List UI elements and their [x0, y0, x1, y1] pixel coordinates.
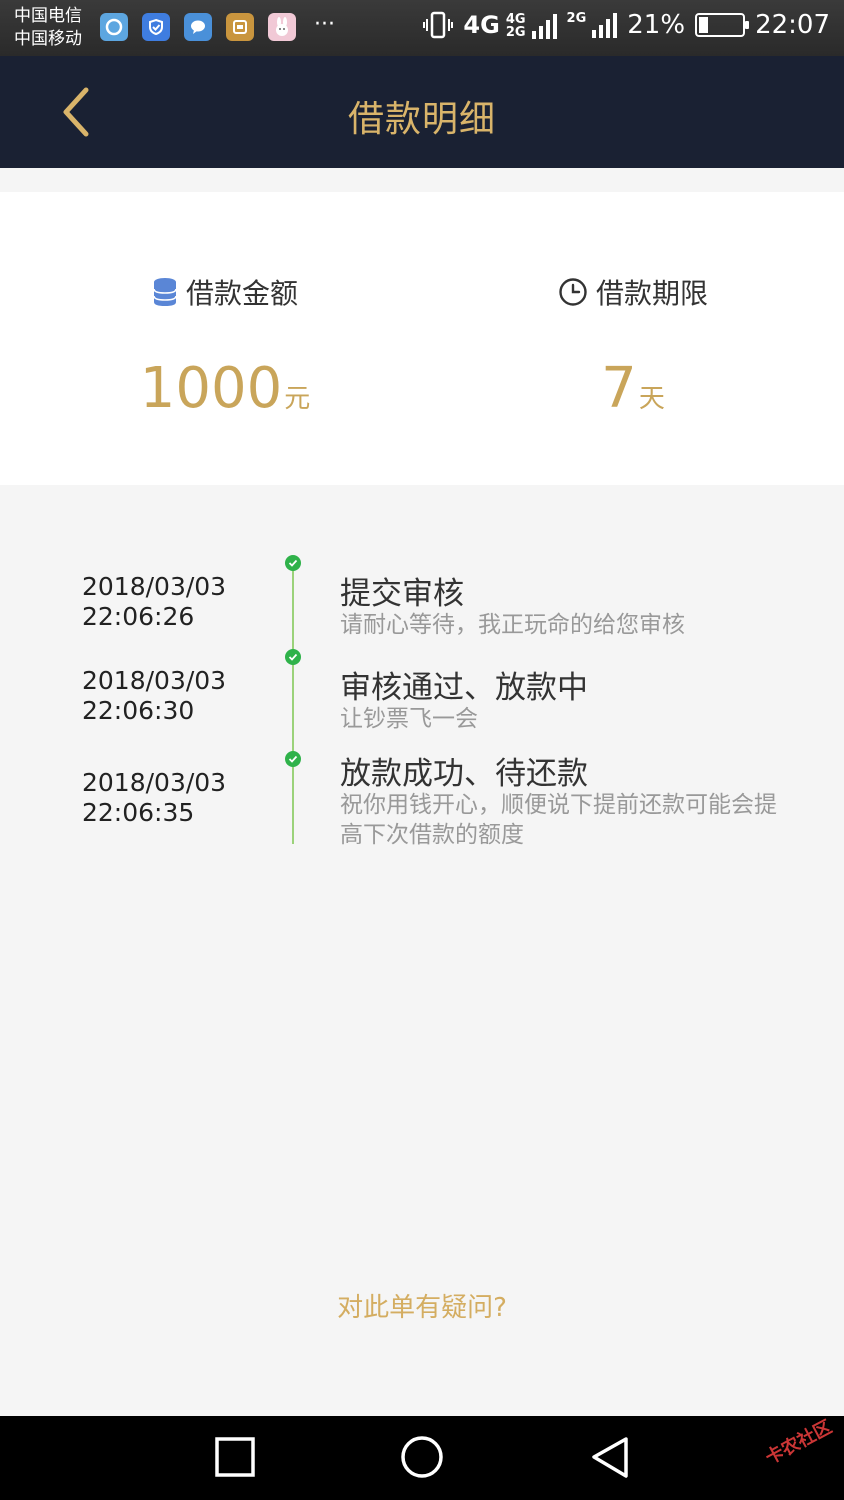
order-question-link[interactable]: 对此单有疑问?	[0, 1287, 844, 1324]
timeline-date: 2018/03/03	[82, 666, 227, 695]
timeline-timestamp: 2018/03/03 22:06:35	[82, 768, 226, 828]
loan-term-section: 借款期限 7天	[422, 272, 844, 421]
loan-amount-section: 借款金额 1000元	[14, 272, 436, 421]
signal-2g: 2G	[567, 12, 618, 38]
loan-term-unit: 天	[638, 384, 665, 414]
clock-icon	[559, 278, 587, 306]
timeline-timestamp: 2018/03/03 22:06:30	[82, 666, 226, 726]
loan-amount-label: 借款金额	[185, 277, 298, 310]
back-triangle-icon[interactable]	[588, 1436, 632, 1486]
net-4g-label: 4G	[463, 11, 500, 39]
carrier-1: 中国电信	[14, 6, 82, 26]
loan-term-number: 7	[601, 356, 637, 421]
timeline-date: 2018/03/03	[82, 768, 227, 797]
signal-bars-2-icon	[592, 12, 618, 38]
check-circle-icon	[285, 751, 301, 767]
battery-fill	[699, 17, 709, 33]
browser-icon	[100, 13, 128, 41]
shield-icon	[142, 13, 170, 41]
loan-term-label: 借款期限	[595, 277, 708, 310]
timeline-description: 让钞票飞一会	[340, 706, 478, 732]
loan-summary-card: 借款金额 1000元 借款期限 7天	[0, 192, 844, 485]
bunny-app-icon	[268, 13, 296, 41]
more-notifications-icon: ···	[314, 12, 335, 37]
carrier-2: 中国移动	[14, 29, 82, 49]
system-nav-bar	[0, 1416, 844, 1500]
message-icon	[184, 13, 212, 41]
signal-4g: 4G 4G 2G	[463, 11, 557, 39]
database-icon	[153, 278, 177, 306]
recent-apps-icon[interactable]	[214, 1436, 256, 1482]
status-right: 4G 4G 2G 2G 21% 22:07	[423, 10, 830, 40]
timeline-time: 22:06:26	[82, 602, 195, 631]
timeline-title: 提交审核	[340, 576, 464, 612]
status-bar: 中国电信 中国移动 ··· 4G 4G 2G 2G 21% 22:07	[0, 0, 844, 56]
timeline-description: 祝你用钱开心，顺便说下提前还款可能会提高下次借款的额度	[340, 792, 777, 848]
net-tags: 4G 2G	[506, 13, 526, 39]
timeline-date: 2018/03/03	[82, 572, 227, 601]
battery-percent: 21%	[627, 10, 686, 40]
battery-icon	[695, 13, 750, 37]
loan-amount-unit: 元	[284, 384, 311, 414]
loan-amount-label-row: 借款金额	[152, 272, 298, 312]
check-circle-icon	[285, 649, 301, 665]
check-circle-icon	[285, 555, 301, 571]
carrier-names: 中国电信 中国移动	[14, 5, 82, 51]
timeline-title: 放款成功、待还款	[340, 756, 588, 792]
net-2g-small-label: 2G	[505, 25, 526, 40]
timeline-description: 请耐心等待，我正玩命的给您审核	[340, 612, 685, 638]
timeline-title: 审核通过、放款中	[340, 670, 588, 706]
loan-term-value: 7天	[422, 356, 844, 421]
timeline-timestamp: 2018/03/03 22:06:26	[82, 572, 226, 632]
page-title: 借款明细	[347, 99, 496, 140]
timeline-time: 22:06:35	[82, 798, 195, 827]
notification-icons: ···	[100, 13, 335, 41]
wallet-icon	[226, 13, 254, 41]
clock: 22:07	[755, 10, 830, 40]
loan-amount-number: 1000	[139, 356, 283, 421]
timeline-line	[292, 562, 294, 844]
app-header: 借款明细	[0, 56, 844, 168]
home-icon[interactable]	[399, 1436, 445, 1486]
net-2g-label: 2G	[566, 11, 587, 26]
timeline-time: 22:06:30	[82, 696, 195, 725]
signal-bars-1-icon	[531, 13, 557, 39]
loan-term-label-row: 借款期限	[558, 272, 708, 312]
vibrate-icon	[423, 11, 454, 39]
loan-amount-value: 1000元	[14, 356, 436, 421]
